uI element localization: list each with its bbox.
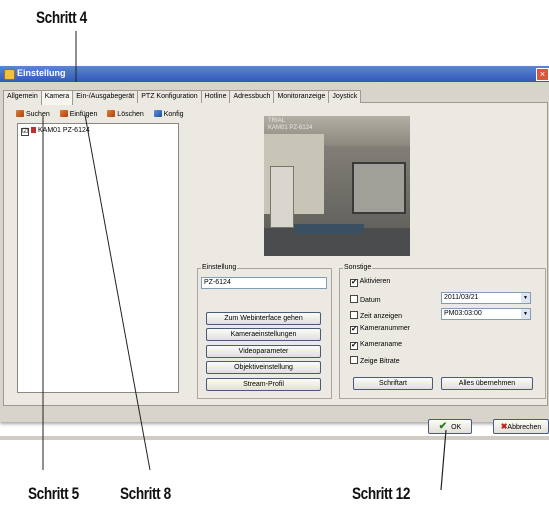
- tab-monitor-display[interactable]: Monitoranzeige: [273, 90, 330, 103]
- camera-number-checkbox[interactable]: ✔ Kameranummer: [350, 325, 410, 334]
- time-select[interactable]: PM03:03:00 ▼: [441, 308, 531, 320]
- video-preview: TRIAL KAM01 PZ-6124: [264, 116, 410, 256]
- misc-group-label: Sonstige: [343, 264, 373, 271]
- tab-hotline[interactable]: Hotline: [200, 90, 231, 103]
- show-bitrate-checkbox[interactable]: Zeige Bitrate: [350, 356, 400, 365]
- camera-tree[interactable]: ☑ KAM01 PZ-6124: [17, 123, 179, 393]
- date-select[interactable]: 2011/03/21 ▼: [441, 292, 531, 304]
- tree-item-camera[interactable]: ☑ KAM01 PZ-6124: [21, 127, 90, 136]
- callout-step-8: Schritt 8: [120, 484, 171, 503]
- close-icon[interactable]: ×: [536, 68, 549, 81]
- search-button[interactable]: Suchen: [16, 110, 50, 118]
- config-icon: [153, 110, 162, 117]
- chevron-down-icon: ▼: [521, 293, 530, 303]
- ok-button[interactable]: ✔ OK: [428, 419, 472, 434]
- camera-settings-button[interactable]: Kameraeinstellungen: [206, 328, 321, 341]
- app-icon: [4, 69, 15, 80]
- check-icon: ✔: [438, 421, 448, 432]
- cancel-button[interactable]: ✖Abbrechen: [493, 419, 549, 434]
- tree-item-label: KAM01 PZ-6124: [38, 127, 90, 134]
- window-title: Einstellung: [17, 68, 66, 78]
- date-checkbox[interactable]: Datum: [350, 295, 381, 304]
- insert-button[interactable]: Einfügen: [59, 110, 97, 118]
- search-icon: [16, 110, 24, 117]
- camera-toolbar: Suchen Einfügen Löschen Konfig: [16, 110, 192, 118]
- video-osd: TRIAL KAM01 PZ-6124: [268, 118, 313, 131]
- camera-icon: [31, 127, 36, 133]
- webinterface-button[interactable]: Zum Webinterface gehen: [206, 312, 321, 325]
- window-bottom-edge: [0, 436, 549, 440]
- activate-checkbox[interactable]: ✔ Aktivieren: [350, 278, 390, 287]
- lens-settings-button[interactable]: Objektiveinstellung: [206, 361, 321, 374]
- tab-ptz-config[interactable]: PTZ Konfiguration: [137, 90, 202, 103]
- video-parameters-button[interactable]: Videoparameter: [206, 345, 321, 358]
- delete-button[interactable]: Löschen: [107, 110, 144, 118]
- tab-allgemein[interactable]: Allgemein: [3, 90, 42, 103]
- show-time-checkbox[interactable]: Zeit anzeigen: [350, 311, 402, 320]
- stream-profile-button[interactable]: Stream-Profil: [206, 378, 321, 391]
- callout-step-4: Schritt 4: [36, 8, 87, 27]
- callout-step-12: Schritt 12: [352, 484, 410, 503]
- model-field[interactable]: PZ-6124: [201, 277, 327, 289]
- tab-bar: Allgemein Kamera Ein-/Ausgabegerät PTZ Konf…: [3, 90, 362, 105]
- title-bar: Einstellung ×: [0, 66, 549, 82]
- insert-icon: [59, 110, 68, 117]
- chevron-down-icon: ▼: [521, 309, 530, 319]
- camera-name-checkbox[interactable]: ✔ Kameraname: [350, 341, 402, 350]
- tab-address-book[interactable]: Adressbuch: [229, 90, 275, 103]
- config-button[interactable]: Konfig: [153, 110, 184, 118]
- settings-group-label: Einstellung: [201, 264, 238, 271]
- delete-icon: [107, 110, 116, 117]
- tab-kamera[interactable]: Kamera: [40, 90, 74, 105]
- tab-io-device[interactable]: Ein-/Ausgabegerät: [72, 90, 139, 103]
- apply-all-button[interactable]: Alles übernehmen: [441, 377, 533, 390]
- camera-checkbox[interactable]: ☑: [21, 128, 29, 136]
- callout-step-5: Schritt 5: [28, 484, 79, 503]
- tab-joystick[interactable]: Joystick: [328, 90, 362, 103]
- font-button[interactable]: Schriftart: [353, 377, 433, 390]
